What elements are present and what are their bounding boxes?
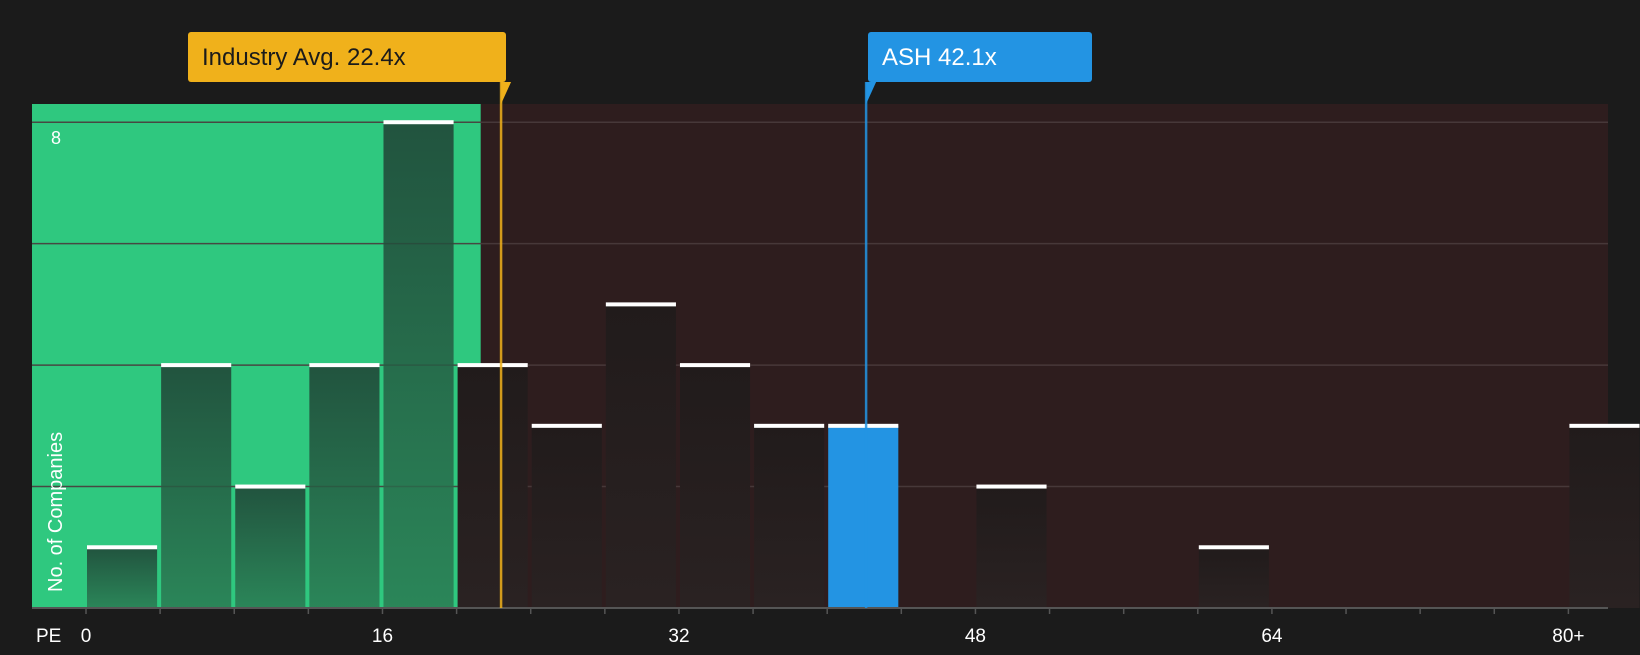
bar-cap (976, 484, 1047, 489)
bar-cap (828, 423, 899, 428)
x-ticks: 0 16 32 48 64 80+ (81, 608, 1585, 647)
y-axis-label: No. of Companies (45, 432, 67, 592)
bar-cap (1569, 423, 1640, 428)
bar-cap (754, 423, 825, 428)
bar-cap (161, 363, 232, 368)
bar (457, 365, 528, 608)
bar (679, 365, 751, 608)
y-ticks: 8 (51, 128, 61, 148)
x-tick-label: 80+ (1552, 626, 1584, 647)
bar-cap (87, 545, 158, 550)
bar-cap (679, 363, 751, 368)
x-tick-label: 64 (1261, 626, 1283, 647)
bar (235, 486, 306, 608)
bar (605, 304, 676, 608)
bar-cap (605, 302, 676, 307)
pe-distribution-chart: 0 16 32 48 64 80+ 8 No. of Companies PE Indus… (32, 32, 1640, 647)
bar (1569, 425, 1640, 608)
bar (87, 547, 158, 608)
bar (1198, 547, 1269, 608)
x-tick-label: 32 (668, 626, 689, 647)
industry-avg-callout-pointer (501, 82, 512, 104)
bar (976, 486, 1047, 608)
x-tick-label: 0 (81, 626, 92, 647)
bar-cap (1198, 545, 1269, 550)
company-callout-pointer (866, 82, 877, 104)
x-tick-label: 48 (965, 626, 986, 647)
bar-cap (235, 484, 306, 489)
company-callout-label: ASH 42.1x (882, 44, 997, 71)
industry-avg-callout-label: Industry Avg. 22.4x (202, 44, 406, 71)
bar (531, 425, 602, 608)
bar (383, 122, 454, 609)
bar-highlight (828, 425, 899, 608)
bar-cap (309, 363, 380, 368)
bar (161, 365, 232, 608)
x-tick-label: 16 (372, 626, 393, 647)
bar (754, 425, 825, 608)
y-tick-label: 8 (51, 128, 61, 148)
bar-cap (457, 363, 528, 368)
bar-cap (531, 423, 602, 428)
bar (309, 365, 380, 608)
x-axis-label: PE (36, 626, 61, 647)
bar-cap (383, 120, 454, 125)
